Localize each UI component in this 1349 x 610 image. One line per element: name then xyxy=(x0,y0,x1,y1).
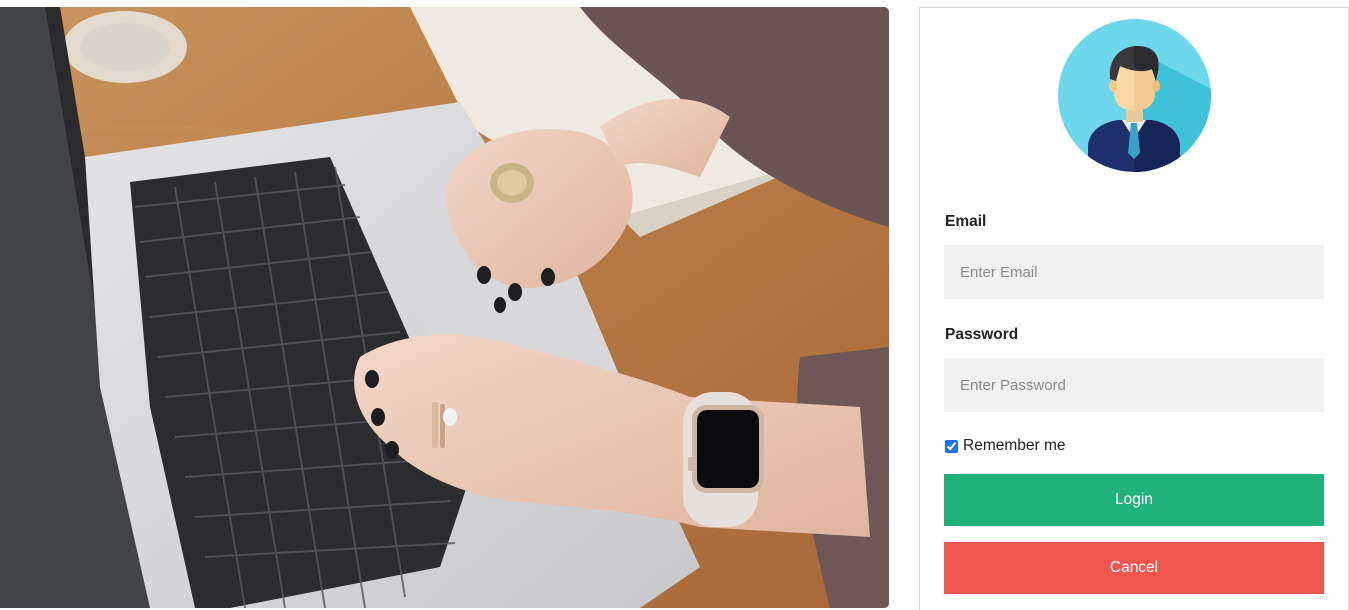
user-avatar-icon xyxy=(1058,19,1211,172)
email-label: Email xyxy=(945,213,987,230)
remember-me-label: Remember me xyxy=(963,437,1066,454)
remember-me-row[interactable]: Remember me xyxy=(945,437,1066,455)
hero-photo xyxy=(0,7,889,608)
cancel-button[interactable]: Cancel xyxy=(944,542,1324,594)
laptop-typing-illustration xyxy=(0,7,889,608)
login-panel: Email Password Remember me Login Cancel xyxy=(919,7,1349,610)
remember-me-checkbox[interactable] xyxy=(945,439,958,453)
password-label: Password xyxy=(945,326,1019,343)
login-button[interactable]: Login xyxy=(944,474,1324,526)
password-input[interactable] xyxy=(944,358,1324,412)
email-input[interactable] xyxy=(944,245,1324,299)
